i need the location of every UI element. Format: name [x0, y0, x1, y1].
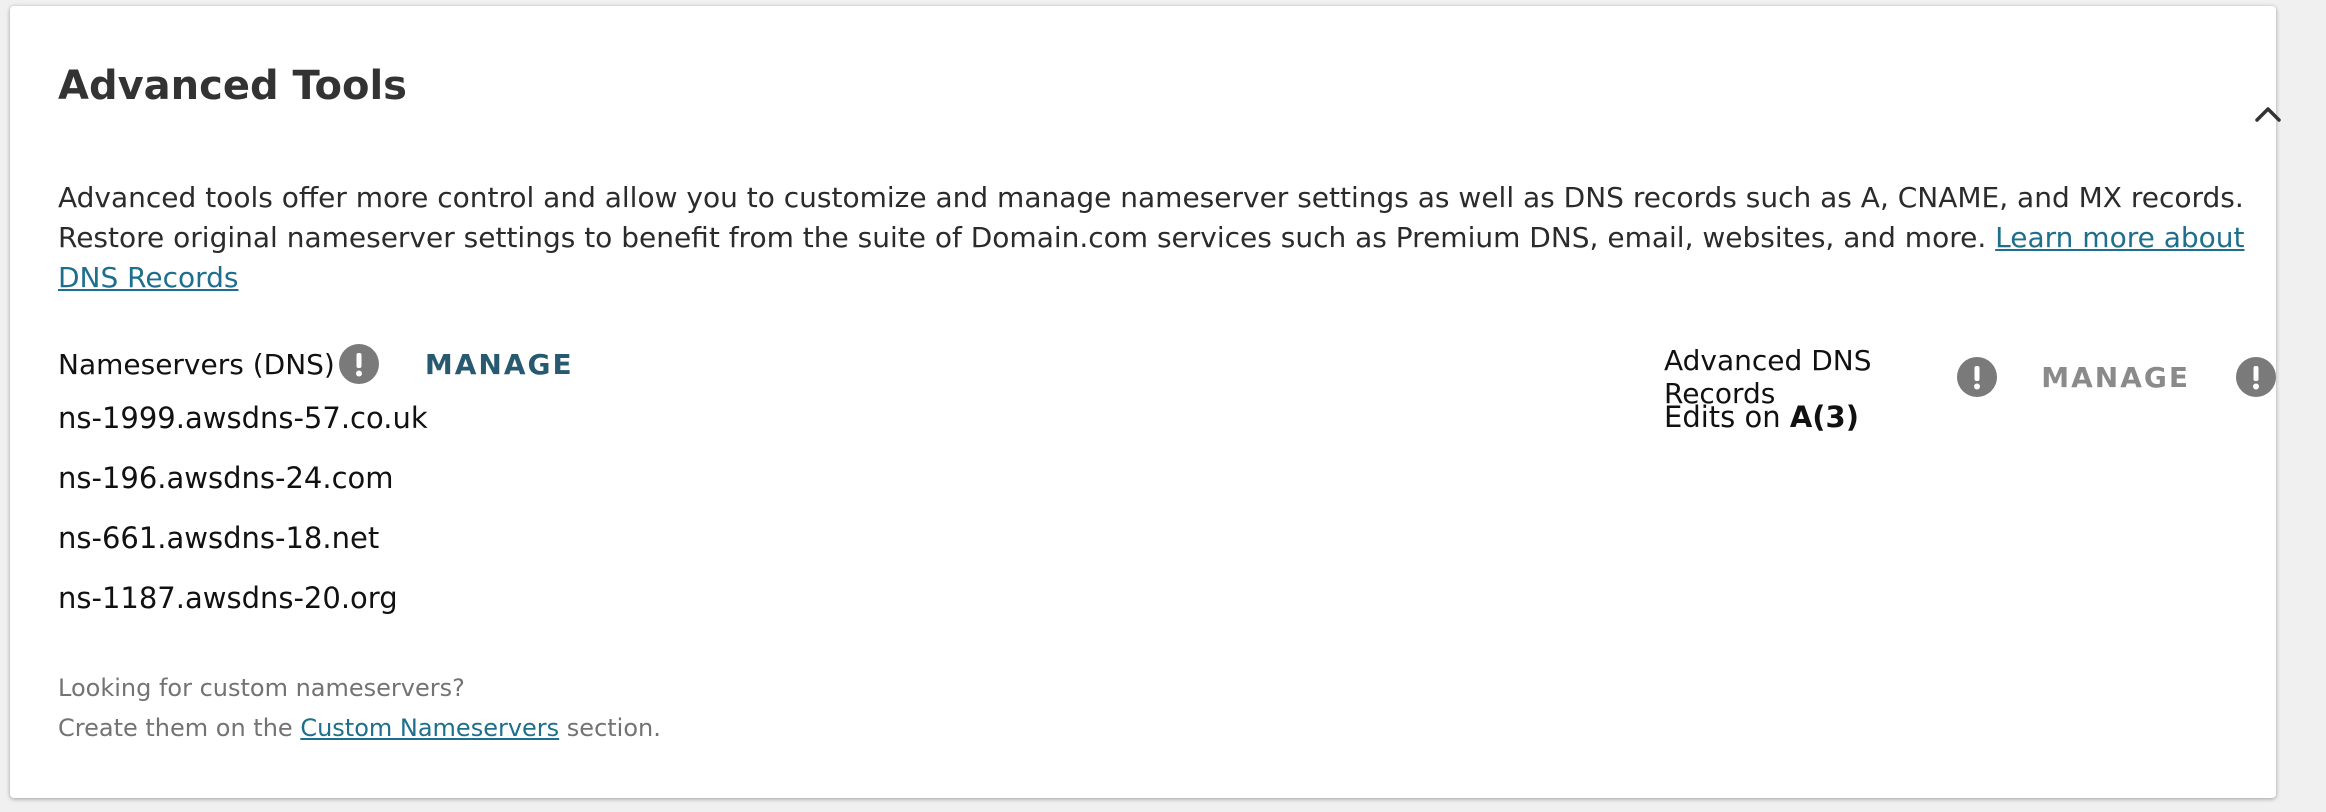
list-item: ns-661.awsdns-18.net	[58, 521, 380, 555]
footnote-line2: Create them on the Custom Nameservers se…	[58, 708, 661, 748]
edits-prefix: Edits on	[1664, 400, 1790, 434]
chevron-up-icon	[2255, 107, 2281, 122]
exclamation-icon[interactable]	[2236, 357, 2276, 397]
collapse-button[interactable]	[2250, 96, 2286, 132]
list-item: ns-1187.awsdns-20.org	[58, 581, 398, 615]
list-item: ns-1999.awsdns-57.co.uk	[58, 401, 428, 435]
exclamation-icon[interactable]	[1957, 357, 1998, 397]
footnote-suffix: section.	[559, 714, 661, 742]
advanced-tools-panel: Advanced Tools Advanced tools offer more…	[10, 6, 2281, 798]
exclamation-icon[interactable]	[338, 344, 379, 384]
edits-value: A(3)	[1789, 400, 1859, 434]
advanced-dns-manage-button[interactable]: MANAGE	[2041, 361, 2190, 394]
nameservers-manage-button[interactable]: MANAGE	[425, 348, 574, 381]
panel-description: Advanced tools offer more control and al…	[58, 178, 2258, 298]
footnote-prefix: Create them on the	[58, 714, 301, 742]
custom-nameservers-link[interactable]: Custom Nameservers	[300, 714, 559, 742]
description-text: Advanced tools offer more control and al…	[58, 181, 2244, 254]
nameserver-list: ns-1999.awsdns-57.co.uk ns-196.awsdns-24…	[58, 398, 428, 638]
nameservers-label: Nameservers (DNS)	[58, 347, 335, 381]
custom-nameservers-note: Looking for custom nameservers? Create t…	[58, 668, 661, 748]
dns-edits-summary: Edits on A(3)	[1664, 400, 1859, 434]
footnote-line1: Looking for custom nameservers?	[58, 674, 465, 702]
panel-title: Advanced Tools	[58, 63, 407, 109]
nameservers-header: Nameservers (DNS) MANAGE	[58, 344, 574, 384]
list-item: ns-196.awsdns-24.com	[58, 461, 394, 495]
